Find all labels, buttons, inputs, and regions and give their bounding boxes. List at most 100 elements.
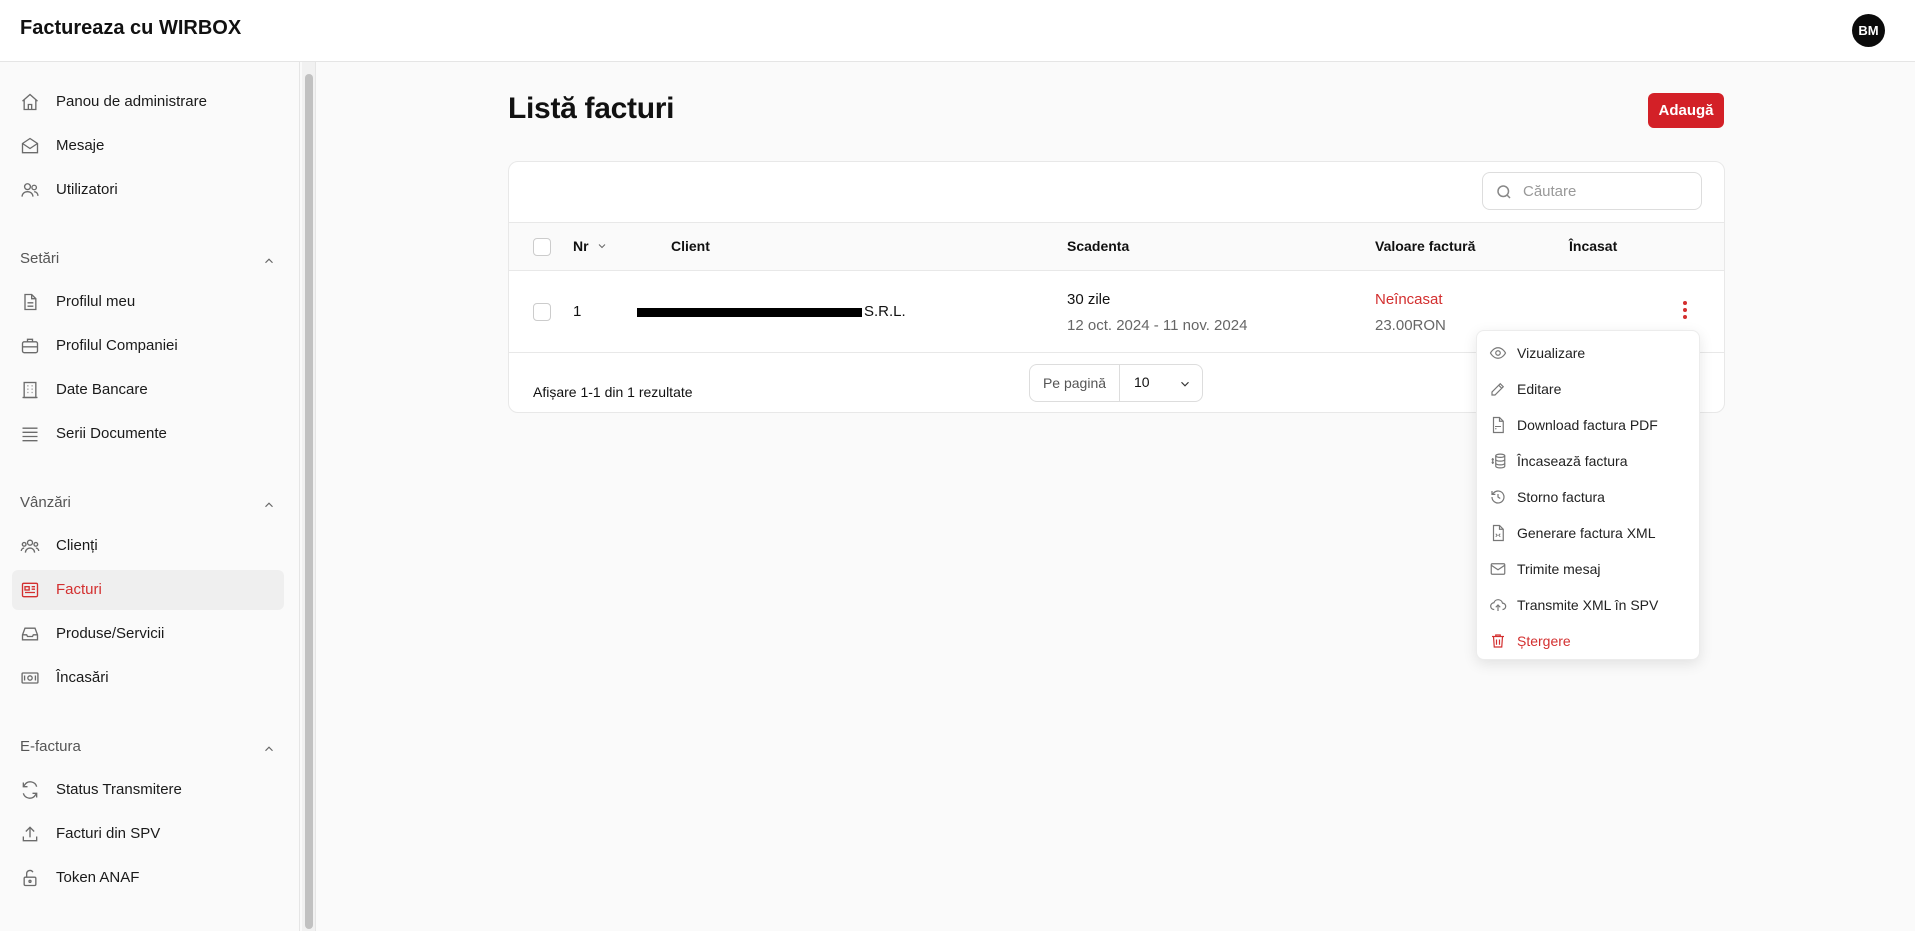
sidebar-item-label: Token ANAF bbox=[56, 869, 140, 886]
chevron-up-icon bbox=[262, 742, 276, 756]
results-summary: Afișare 1-1 din 1 rezultate bbox=[533, 384, 693, 400]
top-bar: Factureaza cu WIRBOX BM bbox=[0, 0, 1915, 62]
edit-icon bbox=[1489, 380, 1507, 398]
invoice-icon bbox=[20, 580, 40, 600]
sidebar-item-spv-invoices[interactable]: Facturi din SPV bbox=[12, 814, 284, 854]
section-title: E-factura bbox=[20, 738, 81, 755]
add-invoice-button[interactable]: Adaugă bbox=[1648, 93, 1724, 128]
refresh-icon bbox=[20, 780, 40, 800]
sidebar-item-clients[interactable]: Clienți bbox=[12, 526, 284, 566]
sidebar-item-payments[interactable]: Încasări bbox=[12, 658, 284, 698]
search-placeholder: Căutare bbox=[1523, 183, 1577, 200]
send-mail-icon bbox=[1489, 560, 1507, 578]
history-icon bbox=[1489, 488, 1507, 506]
menu-item-collect[interactable]: Încasează factura bbox=[1477, 443, 1701, 479]
sidebar-item-label: Clienți bbox=[56, 537, 98, 554]
menu-item-storno[interactable]: Storno factura bbox=[1477, 479, 1701, 515]
sidebar-item-label: Serii Documente bbox=[56, 425, 167, 442]
search-input[interactable]: Căutare bbox=[1482, 172, 1702, 210]
per-page-select[interactable]: Pe pagină 10 bbox=[1029, 364, 1203, 402]
menu-item-download-pdf[interactable]: Download factura PDF bbox=[1477, 407, 1701, 443]
briefcase-icon bbox=[20, 336, 40, 356]
eye-icon bbox=[1489, 344, 1507, 362]
section-title: Vânzări bbox=[20, 494, 71, 511]
redacted-client-name bbox=[637, 308, 862, 317]
sidebar-panel: Panou de administrare Mesaje Utilizatori… bbox=[0, 62, 300, 931]
per-page-value: 10 bbox=[1134, 374, 1150, 390]
sidebar-item-products-services[interactable]: Produse/Servicii bbox=[12, 614, 284, 654]
sidebar-scrollbar[interactable] bbox=[302, 62, 316, 931]
section-sales-header[interactable]: Vânzări bbox=[20, 494, 284, 518]
sidebar-item-users[interactable]: Utilizatori bbox=[12, 170, 284, 210]
menu-item-view[interactable]: Vizualizare bbox=[1477, 335, 1701, 371]
row-actions-menu: Vizualizare Editare Download factura PDF… bbox=[1476, 330, 1700, 660]
page-title: Listă facturi bbox=[508, 92, 675, 125]
per-page-label: Pe pagină bbox=[1030, 365, 1120, 401]
payment-status: Neîncasat bbox=[1375, 291, 1443, 308]
menu-item-send-message[interactable]: Trimite mesaj bbox=[1477, 551, 1701, 587]
sidebar-item-invoices[interactable]: Facturi bbox=[12, 570, 284, 610]
column-client: Client bbox=[671, 238, 710, 254]
menu-item-label: Editare bbox=[1517, 381, 1562, 397]
row-actions-icon[interactable] bbox=[1682, 301, 1688, 321]
chevron-up-icon bbox=[262, 254, 276, 268]
client-name: S.R.L. bbox=[864, 303, 906, 320]
app-title[interactable]: Factureaza cu WIRBOX bbox=[20, 17, 241, 40]
sidebar-item-my-profile[interactable]: Profilul meu bbox=[12, 282, 284, 322]
sidebar-item-label: Încasări bbox=[56, 669, 109, 686]
menu-item-label: Încasează factura bbox=[1517, 453, 1628, 469]
due-days: 30 zile bbox=[1067, 291, 1111, 308]
user-avatar[interactable]: BM bbox=[1852, 14, 1885, 47]
column-collected: Încasat bbox=[1569, 238, 1618, 254]
section-settings-header[interactable]: Setări bbox=[20, 250, 284, 274]
column-nr[interactable]: Nr bbox=[573, 238, 589, 254]
home-icon bbox=[20, 92, 40, 112]
list-icon bbox=[20, 424, 40, 444]
sidebar: Panou de administrare Mesaje Utilizatori… bbox=[0, 62, 302, 931]
section-efactura-header[interactable]: E-factura bbox=[20, 738, 284, 762]
sidebar-item-label: Status Transmitere bbox=[56, 781, 182, 798]
sidebar-item-label: Profilul meu bbox=[56, 293, 136, 310]
row-checkbox[interactable] bbox=[533, 303, 551, 321]
sidebar-item-label: Date Bancare bbox=[56, 381, 148, 398]
trash-icon bbox=[1489, 632, 1507, 650]
chevron-down-icon[interactable] bbox=[596, 240, 608, 252]
sidebar-item-company-profile[interactable]: Profilul Companiei bbox=[12, 326, 284, 366]
menu-item-label: Trimite mesaj bbox=[1517, 561, 1601, 577]
sidebar-item-label: Facturi din SPV bbox=[56, 825, 161, 842]
lock-icon bbox=[20, 868, 40, 888]
sidebar-item-document-series[interactable]: Serii Documente bbox=[12, 414, 284, 454]
cash-stack-icon bbox=[1489, 452, 1507, 470]
sidebar-item-messages[interactable]: Mesaje bbox=[12, 126, 284, 166]
menu-item-label: Ștergere bbox=[1517, 633, 1571, 649]
sidebar-item-dashboard[interactable]: Panou de administrare bbox=[12, 82, 284, 122]
menu-item-label: Generare factura XML bbox=[1517, 525, 1656, 541]
menu-item-generate-xml[interactable]: Generare factura XML bbox=[1477, 515, 1701, 551]
chevron-down-icon bbox=[1178, 377, 1192, 391]
menu-item-delete[interactable]: Ștergere bbox=[1477, 623, 1701, 659]
users-icon bbox=[20, 180, 40, 200]
sidebar-item-label: Utilizatori bbox=[56, 181, 118, 198]
menu-item-edit[interactable]: Editare bbox=[1477, 371, 1701, 407]
sidebar-item-label: Mesaje bbox=[56, 137, 105, 154]
sidebar-item-label: Facturi bbox=[56, 581, 102, 598]
due-range: 12 oct. 2024 - 11 nov. 2024 bbox=[1067, 317, 1248, 334]
menu-item-transmit-spv[interactable]: Transmite XML în SPV bbox=[1477, 587, 1701, 623]
cloud-upload-icon bbox=[1489, 596, 1507, 614]
column-value: Valoare factură bbox=[1375, 238, 1476, 254]
sidebar-item-anaf-token[interactable]: Token ANAF bbox=[12, 858, 284, 898]
select-all-checkbox[interactable] bbox=[533, 238, 551, 256]
users-group-icon bbox=[20, 536, 40, 556]
chevron-up-icon bbox=[262, 498, 276, 512]
table-header: Nr Client Scadenta Valoare factură Încas… bbox=[509, 222, 1724, 271]
invoice-number: 1 bbox=[573, 303, 582, 320]
xml-file-icon bbox=[1489, 524, 1507, 542]
sidebar-item-transmission-status[interactable]: Status Transmitere bbox=[12, 770, 284, 810]
sidebar-item-bank-details[interactable]: Date Bancare bbox=[12, 370, 284, 410]
bank-icon bbox=[20, 380, 40, 400]
upload-icon bbox=[20, 824, 40, 844]
pdf-file-icon bbox=[1489, 416, 1507, 434]
scrollbar-thumb[interactable] bbox=[305, 74, 313, 929]
sidebar-item-label: Produse/Servicii bbox=[56, 625, 165, 642]
section-title: Setări bbox=[20, 250, 60, 267]
